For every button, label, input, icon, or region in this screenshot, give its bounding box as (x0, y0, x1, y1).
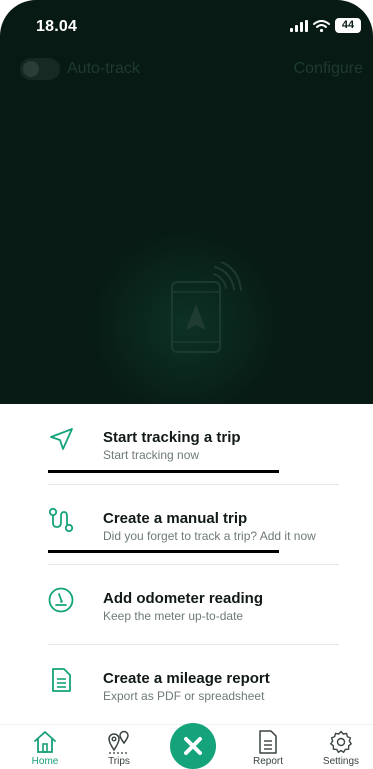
gear-icon (330, 730, 352, 753)
action-title: Start tracking a trip (103, 429, 241, 446)
tab-label: Settings (322, 756, 360, 767)
wifi-icon (313, 19, 330, 32)
mileage-report-item[interactable]: Create a mileage report Export as PDF or… (0, 645, 373, 723)
autotrack-toggle[interactable] (20, 58, 60, 80)
action-title: Create a manual trip (103, 510, 248, 527)
odometer-icon (48, 587, 74, 613)
document-icon (52, 668, 71, 692)
autotrack-label: Auto-track (67, 60, 140, 77)
toggle-knob (23, 61, 39, 77)
highlight-bar (48, 470, 279, 473)
tab-trips[interactable]: Trips (89, 725, 149, 769)
close-icon (184, 737, 202, 755)
action-subtitle: Did you forget to track a trip? Add it n… (103, 529, 316, 543)
action-subtitle: Start tracking now (103, 448, 200, 462)
configure-link[interactable]: Configure (294, 60, 363, 78)
status-bar: 18.04 44 (0, 0, 373, 50)
tab-report[interactable]: Report (238, 725, 298, 769)
route-icon (48, 507, 74, 533)
highlight-bar (48, 550, 279, 553)
status-time: 18.04 (36, 18, 78, 35)
app-screen: 18.04 44 Auto-track Configure Start trac… (0, 0, 373, 769)
cellular-signal-icon (290, 19, 308, 32)
action-sheet: Start tracking a trip Start tracking now… (0, 404, 373, 724)
dark-overlay-area[interactable]: 18.04 44 Auto-track Configure (0, 0, 373, 425)
tab-settings[interactable]: Settings (311, 725, 371, 769)
trips-pin-icon (108, 730, 129, 754)
action-title: Add odometer reading (103, 590, 264, 607)
home-icon (34, 731, 56, 753)
tab-label: Home (31, 756, 59, 767)
action-subtitle: Keep the meter up-to-date (103, 609, 244, 623)
close-actions-button[interactable] (170, 723, 216, 769)
tab-home[interactable]: Home (15, 725, 75, 769)
battery-indicator: 44 (335, 18, 361, 33)
navigation-arrow-icon (50, 428, 73, 450)
tab-label: Report (252, 756, 283, 767)
report-document-icon (259, 730, 277, 754)
status-icons: 44 (290, 18, 361, 33)
odometer-item[interactable]: Add odometer reading Keep the meter up-t… (0, 565, 373, 643)
tab-bar: Home Trips Report Settings (0, 723, 373, 769)
autotrack-row: Auto-track Configure (0, 56, 373, 84)
phone-tracking-icon (171, 262, 242, 353)
tab-label: Trips (108, 756, 130, 767)
action-title: Create a mileage report (103, 670, 270, 687)
action-subtitle: Export as PDF or spreadsheet (103, 689, 265, 703)
